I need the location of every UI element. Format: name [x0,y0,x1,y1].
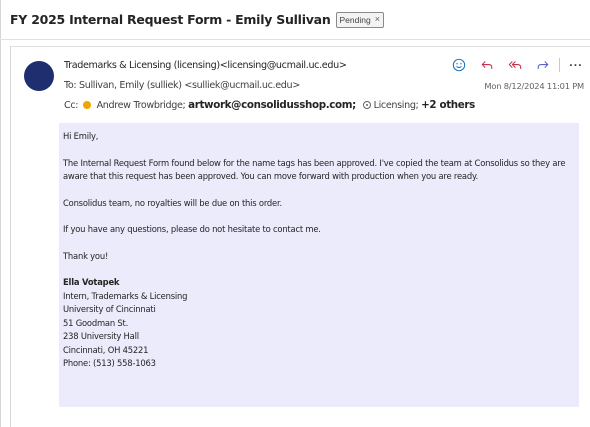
to-line: To: Sullivan, Emily (sulliek) <sulliek@u… [64,80,300,91]
action-divider [559,58,560,72]
cc-label: Cc: [64,100,79,111]
signature-address: 238 University Hall [63,331,139,341]
signature-city: Cincinnati, OH 45221 [63,344,149,355]
signature-org: University of Cincinnati [63,304,156,314]
to-recipient[interactable]: Sullivan, Emily (sulliek) <sulliek@ucmai… [79,80,300,91]
reply-icon[interactable] [479,57,495,73]
email-subject: FY 2025 Internal Request Form - Emily Su… [10,12,331,27]
signature-title: Intern, Trademarks & Licensing [63,290,188,301]
cc-line: Cc: Andrew Trowbridge; artwork@consolidu… [64,99,475,111]
message-body: Hi Emily, The Internal Request Form foun… [59,123,579,407]
group-icon [362,101,371,109]
more-icon[interactable]: ··· [568,57,584,73]
body-paragraph: The Internal Request Form found below fo… [63,157,566,182]
message-actions: ··· [451,57,584,73]
forward-icon[interactable] [535,57,551,73]
category-chip-label: Pending [339,14,371,25]
presence-away-icon [82,101,91,109]
window-border [0,0,1,427]
cc-more-recipients[interactable]: +2 others [421,99,475,111]
remove-category-icon[interactable]: × [375,15,380,24]
body-paragraph: If you have any questions, please do not… [63,224,321,234]
cc-recipient[interactable]: Licensing; [374,100,419,111]
body-greeting: Hi Emily, [63,131,99,141]
message-card: Trademarks & Licensing (licensing)<licen… [10,46,590,427]
reply-all-icon[interactable] [507,57,523,73]
from-line[interactable]: Trademarks & Licensing (licensing)<licen… [64,60,347,71]
card-border [10,46,11,427]
signature-name: Ella Votapek [63,277,120,287]
smiley-icon[interactable] [451,57,467,73]
signature-address: 51 Goodman St. [63,317,129,328]
body-closing: Thank you! [63,250,109,261]
to-label: To: [64,80,77,91]
sender-avatar[interactable] [24,61,54,91]
signature-phone: Phone: (513) 558-1063 [63,358,156,368]
message-date: Mon 8/12/2024 11:01 PM [484,81,584,91]
cc-recipient[interactable]: artwork@consolidusshop.com; [188,99,356,111]
subject-bar: FY 2025 Internal Request Form - Emily Su… [0,0,590,40]
body-paragraph: Consolidus team, no royalties will be du… [63,197,282,208]
cc-recipient[interactable]: Andrew Trowbridge; [97,100,186,111]
category-chip-pending[interactable]: Pending × [335,11,384,28]
